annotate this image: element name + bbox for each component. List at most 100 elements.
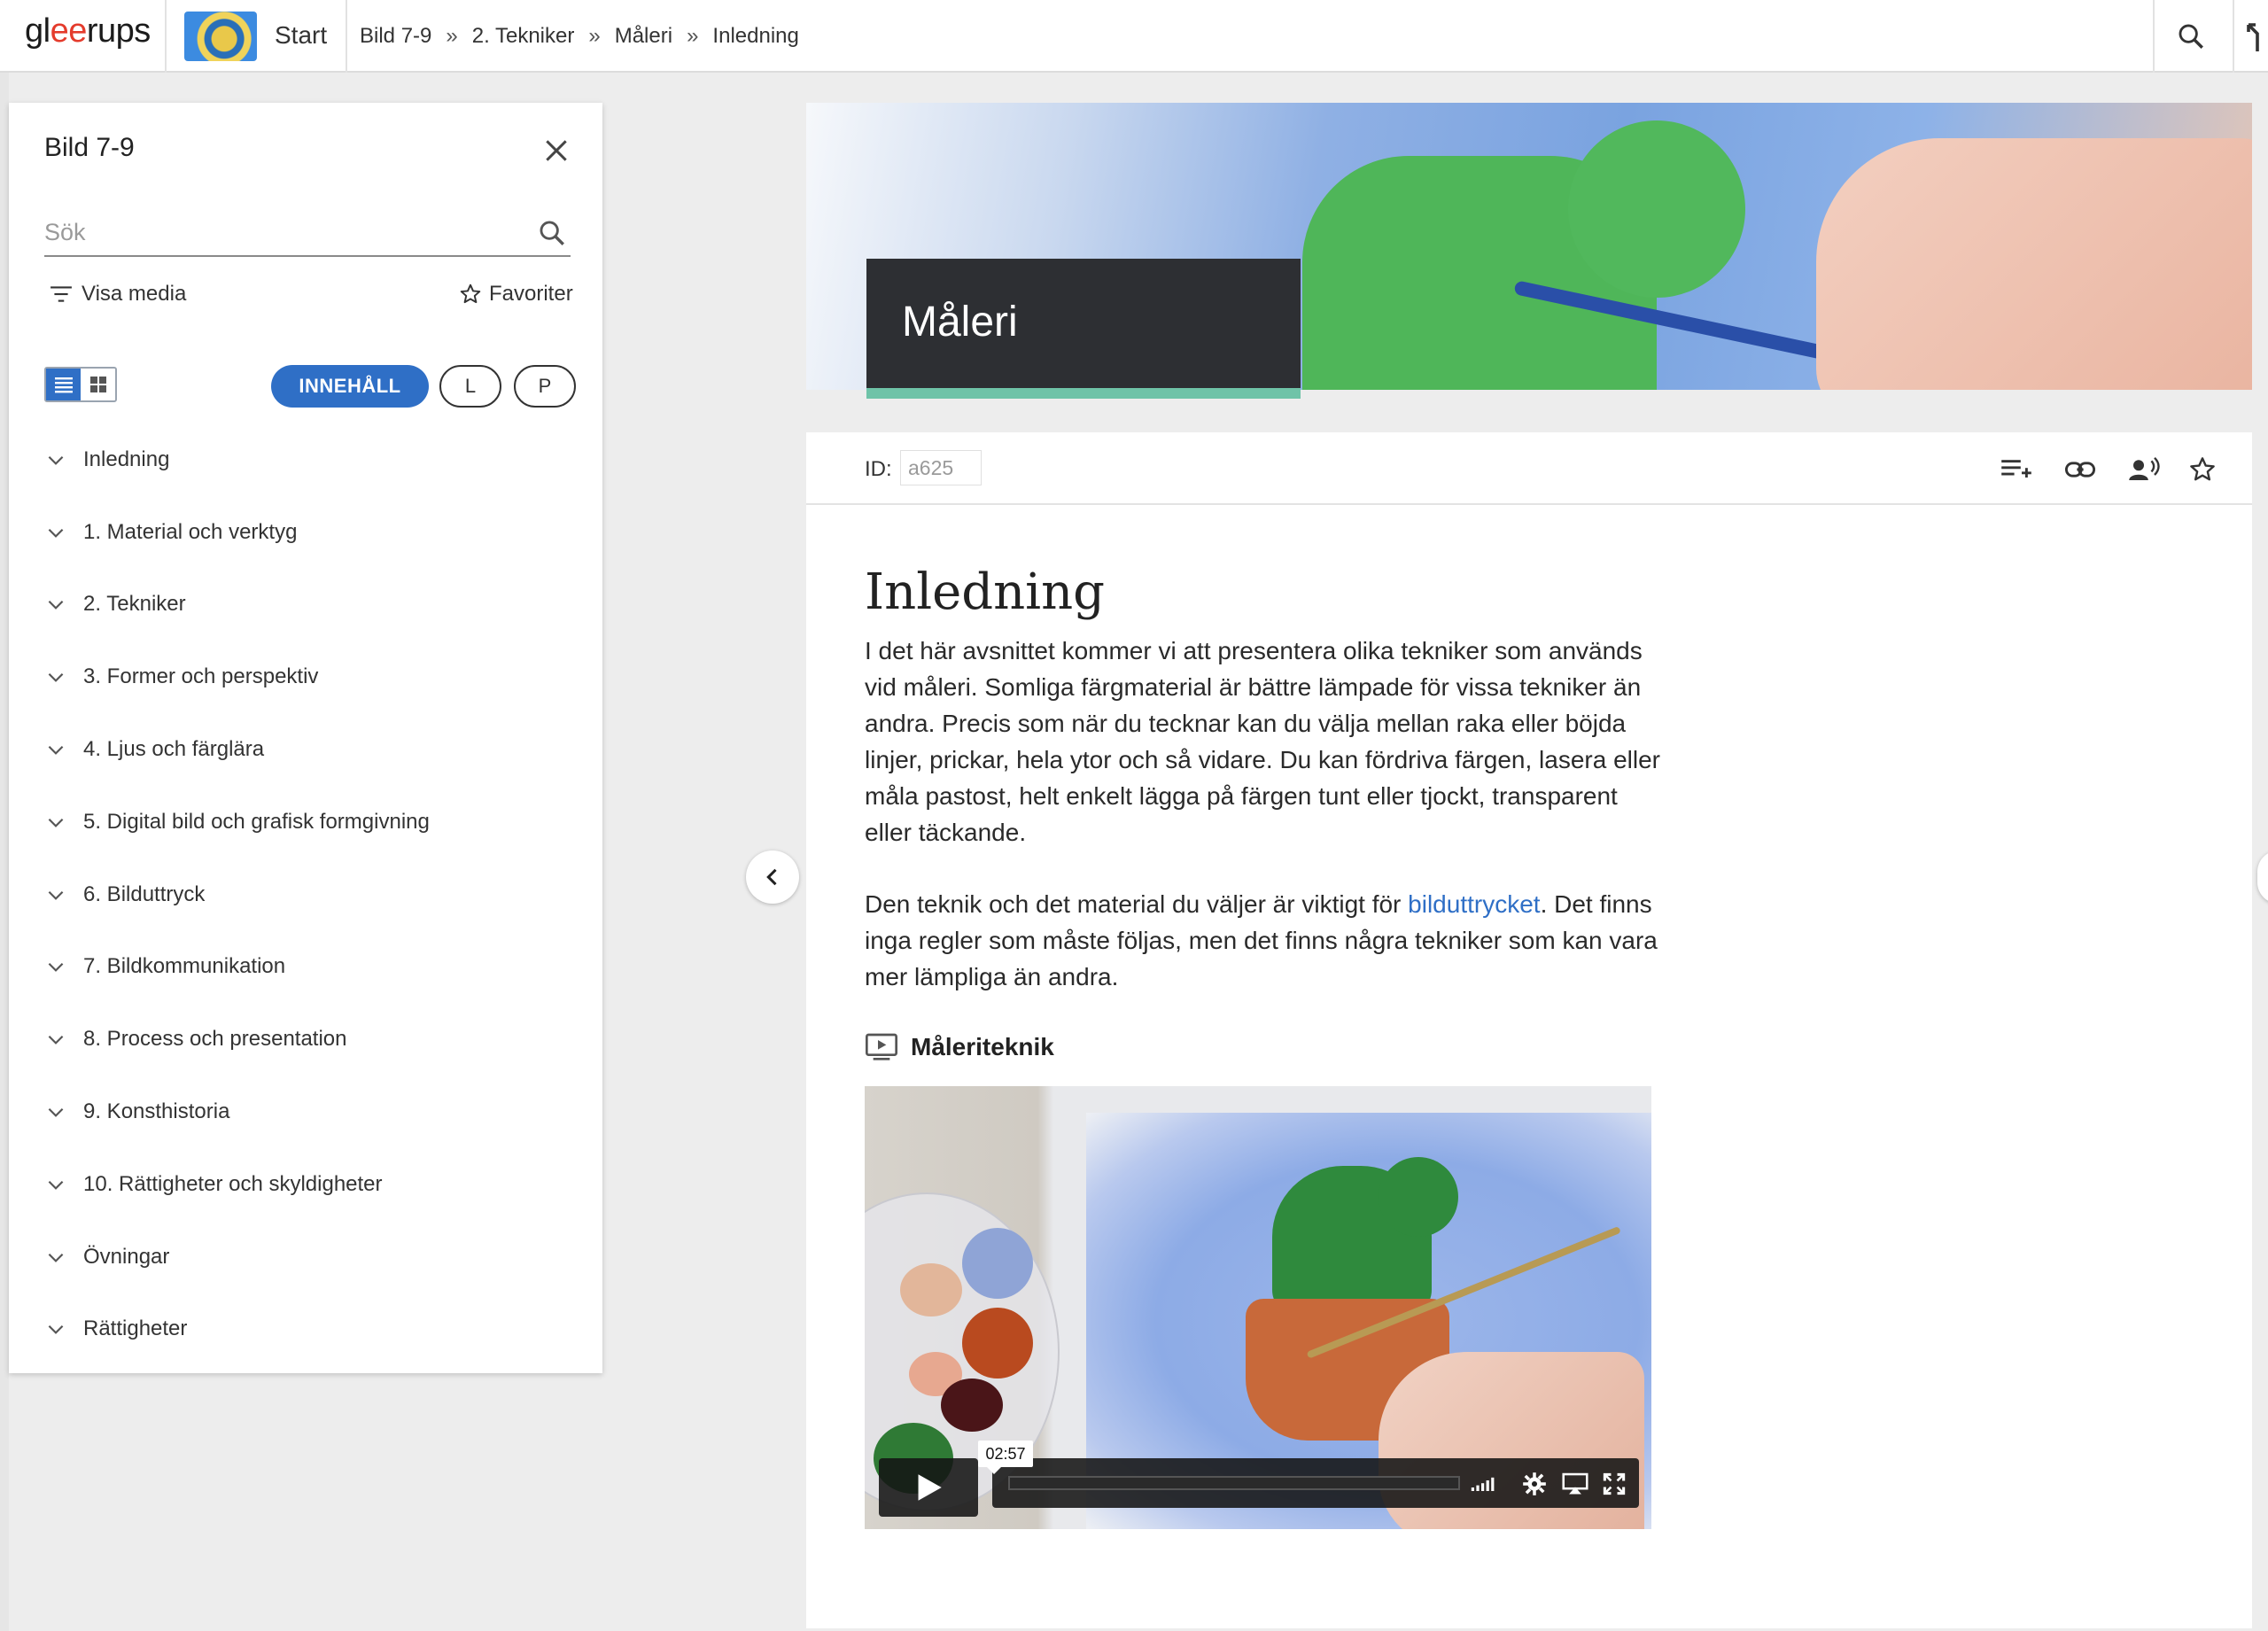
toc-item-label: 10. Rättigheter och skyldigheter: [83, 1171, 383, 1196]
paint-blob: [962, 1308, 1033, 1379]
toc-item[interactable]: 3. Former och perspektiv: [9, 641, 602, 713]
add-to-playlist-button[interactable]: [1999, 452, 2034, 487]
toc-item[interactable]: 4. Ljus och färglära: [9, 713, 602, 786]
toc-item-label: 8. Process och presentation: [83, 1027, 347, 1052]
grid-icon: [89, 377, 106, 392]
toc-item-label: 6. Bilduttryck: [83, 882, 206, 906]
gear-icon: [1523, 1472, 1546, 1495]
toc-item[interactable]: 2. Tekniker: [9, 569, 602, 641]
play-button[interactable]: [879, 1458, 978, 1517]
grid-view-button[interactable]: [81, 369, 115, 400]
chevron-down-icon: [48, 963, 64, 973]
content-pill-button[interactable]: INNEHÅLL: [271, 365, 429, 408]
read-aloud-button[interactable]: [2126, 452, 2162, 487]
gleerups-logo[interactable]: gleerups: [25, 12, 151, 50]
video-progress-bar[interactable]: [1008, 1476, 1460, 1490]
sidebar-search: [44, 211, 571, 257]
share-icon[interactable]: [2241, 19, 2268, 55]
airplay-button[interactable]: [1561, 1471, 1589, 1497]
media-title: Måleriteknik: [911, 1033, 1054, 1060]
video-icon: [866, 1033, 897, 1060]
global-search-button[interactable]: [2153, 0, 2229, 73]
filter-icon: [50, 286, 72, 302]
paragraph-text: Den teknik och det material du väljer är…: [865, 890, 1409, 918]
fullscreen-icon: [1603, 1472, 1626, 1495]
copy-link-button[interactable]: [2062, 452, 2098, 487]
sidebar-title: Bild 7-9: [44, 133, 135, 162]
previous-page-button[interactable]: [746, 850, 799, 904]
toc-item[interactable]: 6. Bilduttryck: [9, 858, 602, 931]
book-cover-thumbnail[interactable]: [184, 12, 257, 61]
chevron-down-icon: [48, 746, 64, 755]
toc-item[interactable]: 7. Bildkommunikation: [9, 931, 602, 1004]
list-icon: [54, 377, 73, 393]
toc-item-label: Inledning: [83, 447, 170, 471]
toc-item[interactable]: 5. Digital bild och grafisk formgivning: [9, 786, 602, 858]
media-heading: Måleriteknik: [865, 1033, 1054, 1061]
list-view-button[interactable]: [46, 369, 81, 400]
breadcrumb-item-current: Inledning: [712, 24, 799, 48]
play-icon: [918, 1474, 942, 1501]
video-frame-cactus: [1379, 1157, 1458, 1237]
divider: [2233, 0, 2234, 73]
paint-blob: [941, 1379, 1003, 1432]
start-link[interactable]: Start: [275, 21, 327, 50]
airplay-icon: [1562, 1472, 1588, 1495]
chevron-down-icon: [48, 601, 64, 610]
search-input[interactable]: [44, 211, 523, 253]
breadcrumb-separator: »: [446, 24, 458, 48]
show-media-filter[interactable]: Visa media: [50, 282, 186, 307]
top-bar: gleerups Start Bild 7-9 » 2. Tekniker » …: [0, 0, 2268, 73]
breadcrumb-item[interactable]: Bild 7-9: [360, 24, 431, 49]
toc-item[interactable]: 8. Process och presentation: [9, 1003, 602, 1076]
toc-item[interactable]: 10. Rättigheter och skyldigheter: [9, 1148, 602, 1221]
id-label: ID:: [865, 457, 892, 481]
star-outline-icon: [460, 283, 481, 304]
paint-blob: [900, 1263, 962, 1316]
search-icon: [2179, 24, 2203, 49]
toc-item-label: 5. Digital bild och grafisk formgivning: [83, 809, 430, 834]
toc-item-label: 2. Tekniker: [83, 592, 186, 617]
breadcrumb-item[interactable]: Måleri: [615, 24, 672, 49]
chapter-title: Måleri: [902, 299, 1018, 346]
breadcrumb-item[interactable]: 2. Tekniker: [472, 24, 575, 49]
video-time-tooltip: 02:57: [978, 1441, 1033, 1474]
toc-item[interactable]: 1. Material och verktyg: [9, 496, 602, 569]
next-page-button[interactable]: [2257, 850, 2268, 904]
article-toolbar: ID: a625: [806, 432, 2252, 505]
favorites-button[interactable]: Favoriter: [459, 282, 573, 307]
article-heading: Inledning: [865, 563, 1105, 621]
toc-item[interactable]: 9. Konsthistoria: [9, 1076, 602, 1148]
chevron-down-icon: [48, 818, 64, 827]
chevron-down-icon: [48, 1325, 64, 1335]
divider: [165, 0, 167, 73]
close-sidebar-button[interactable]: [542, 136, 571, 165]
toc-item[interactable]: Övningar: [9, 1221, 602, 1293]
divider: [346, 0, 347, 73]
breadcrumb: Bild 7-9 » 2. Tekniker » Måleri » Inledn…: [360, 24, 799, 49]
id-value[interactable]: a625: [900, 450, 982, 485]
favorite-button[interactable]: [2185, 452, 2220, 487]
playlist-add-icon: [2001, 460, 2031, 478]
toc-item-label: 4. Ljus och färglära: [83, 737, 265, 762]
bilduttrycket-link[interactable]: bilduttrycket: [1408, 890, 1540, 918]
toc-item-label: Övningar: [83, 1244, 170, 1269]
search-icon[interactable]: [537, 218, 567, 252]
toc-item-label: 7. Bildkommunikation: [83, 954, 286, 979]
toc-item-label: 9. Konsthistoria: [83, 1099, 230, 1124]
chevron-down-icon: [48, 1108, 64, 1117]
fullscreen-button[interactable]: [1600, 1471, 1628, 1497]
close-icon: [546, 140, 567, 161]
l-pill-button[interactable]: L: [439, 365, 501, 408]
toc-item[interactable]: Inledning: [9, 423, 602, 496]
table-of-contents: Inledning 1. Material och verktyg 2. Tek…: [9, 423, 602, 1365]
toc-item[interactable]: Rättigheter: [9, 1293, 602, 1366]
chevron-down-icon: [48, 1253, 64, 1262]
video-player[interactable]: 02:57: [865, 1086, 1651, 1529]
article-paragraph: Den teknik och det material du väljer är…: [865, 886, 1662, 995]
p-pill-button[interactable]: P: [514, 365, 576, 408]
breadcrumb-separator: »: [588, 24, 601, 48]
volume-button[interactable]: [1471, 1471, 1499, 1497]
toc-item-label: Rättigheter: [83, 1316, 188, 1341]
settings-button[interactable]: [1520, 1471, 1549, 1497]
